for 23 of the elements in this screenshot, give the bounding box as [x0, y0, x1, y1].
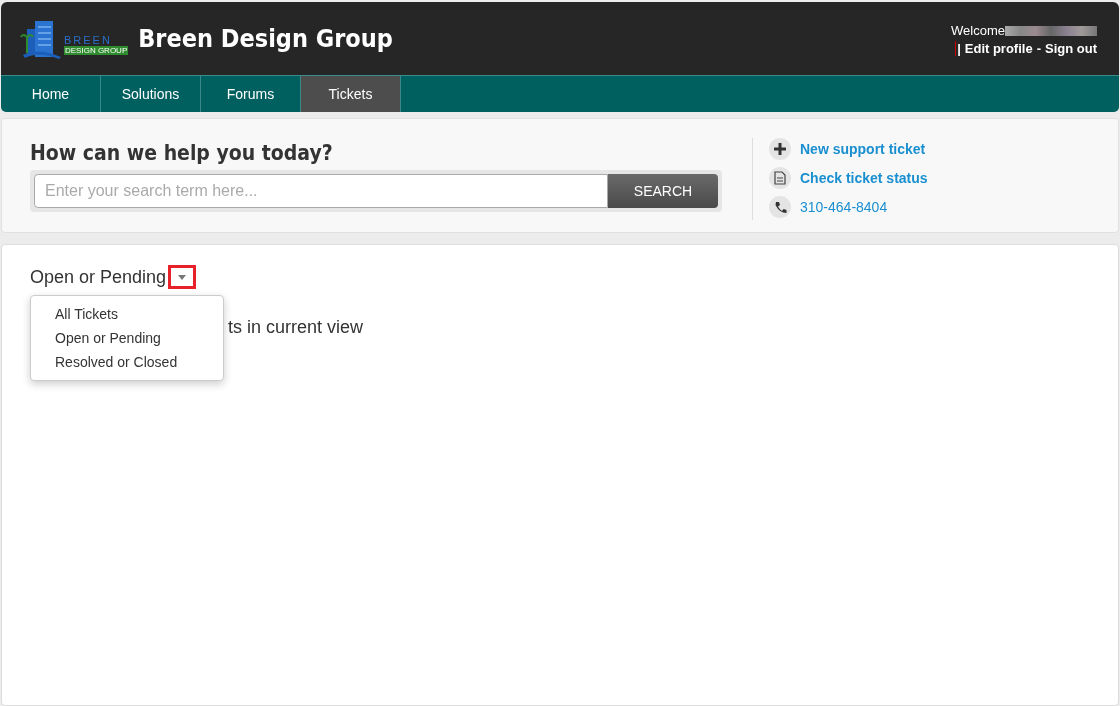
nav-tab[interactable]: Home [1, 76, 101, 112]
menu-item[interactable]: Open or Pending [31, 326, 223, 350]
plus-icon [769, 138, 791, 160]
sign-out-link[interactable]: Sign out [1045, 41, 1097, 56]
view-filter-label: Open or Pending [30, 266, 167, 288]
edit-profile-link[interactable]: Edit profile [964, 41, 1033, 56]
dropdown-toggle[interactable] [168, 265, 197, 289]
logo-drawing: BREEN DESIGN GROUP [19, 16, 129, 61]
menu-item[interactable]: Resolved or Closed [31, 350, 223, 374]
nav-tab[interactable]: Tickets [301, 76, 401, 112]
menu-item[interactable]: All Tickets [31, 302, 223, 326]
search-field[interactable]: Enter your search term here... [34, 174, 608, 208]
nav-tab[interactable]: Solutions [101, 76, 201, 112]
help-heading: How can we help you today? [30, 141, 334, 165]
welcome-text: Welcome [951, 23, 1005, 38]
search-button[interactable]: SEARCH [608, 174, 718, 208]
status-text: ts in current view [227, 317, 365, 338]
dash-text: - [1036, 41, 1041, 56]
document-icon [769, 167, 791, 189]
site-title: Breen Design Group [138, 24, 393, 53]
caret-icon [178, 274, 187, 280]
separator-text: | [955, 41, 961, 56]
phone-icon [769, 196, 791, 218]
